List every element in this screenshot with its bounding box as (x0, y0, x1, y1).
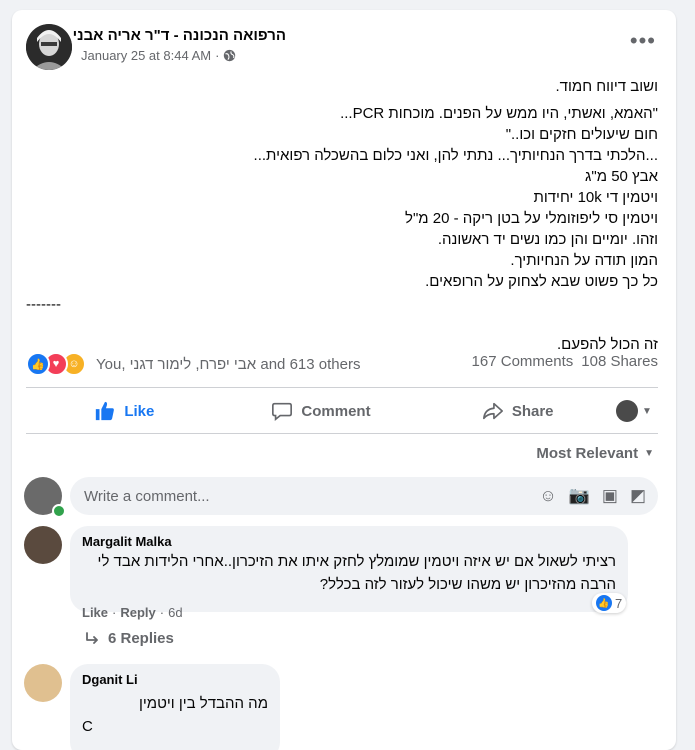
commenter-avatar[interactable] (24, 526, 62, 564)
comment-label: Comment (301, 402, 371, 420)
commenter-name[interactable]: Margalit Malka (82, 534, 616, 549)
comment-text: הרבה מהזיכרון יש משהו שיכול לעזור לזה בכ… (319, 576, 616, 593)
comment-reply-link[interactable]: Reply (120, 605, 155, 620)
divider (26, 387, 658, 388)
user-avatar (616, 400, 639, 422)
reaction-summary[interactable]: 👍 ♥ ☺ You, אבי יפרח, לימור דגני and 613 … (26, 352, 360, 376)
comment-text: רציתי לשאול אם יש איזה ויטמין שמומלץ לחז… (97, 553, 616, 570)
emoji-icon[interactable]: ☺ (539, 486, 556, 506)
post-body: ושוב דיווח חמוד. "האמא, ואשתי, היו ממש ע… (26, 76, 658, 355)
globe-icon (224, 49, 236, 62)
like-button[interactable]: Like (26, 393, 223, 429)
post-card: הרפואה הנכונה - ד"ר אריה אבני January 25… (12, 10, 676, 750)
divider (26, 433, 658, 434)
online-status-dot (52, 504, 66, 518)
post-line: חום שיעולים חזקים וכו.." (505, 126, 658, 143)
post-line: ויטמין די 10k יחידות (533, 189, 658, 206)
shares-count[interactable]: 108 Shares (581, 353, 658, 370)
share-label: Share (511, 402, 554, 420)
share-button[interactable]: Share (419, 393, 616, 429)
post-timestamp[interactable]: January 25 at 8:44 AM · (81, 48, 236, 63)
thumbs-up-icon (96, 401, 115, 421)
replies-label: 6 Replies (108, 630, 174, 647)
post-line: ...הלכתי בדרך הנחיותיך... נתתי להן, ואני… (253, 147, 658, 164)
comment-bubble: Dganit Li מה ההבדל בין ויטמין C (70, 664, 280, 750)
comment-text: מה ההבדל בין ויטמין (138, 695, 268, 712)
dot-separator: · (112, 605, 117, 620)
post-line: כל כך פשוט שבא לצחוק על הרופאים. (425, 273, 658, 290)
comment-icon (272, 402, 293, 421)
chevron-down-icon: ▼ (644, 448, 654, 459)
comment-likes: 7 (615, 595, 623, 611)
post-stats: 167 Comments 108 Shares (472, 353, 658, 370)
commenter-avatar[interactable] (24, 664, 62, 702)
dot-separator: · (159, 605, 165, 620)
comments-count[interactable]: 167 Comments (472, 353, 574, 370)
sort-label: Most Relevant (536, 445, 639, 462)
view-replies-button[interactable]: 6 Replies (84, 630, 174, 647)
post-line: המון תודה על הנחיותיך. (510, 252, 658, 269)
comment-like-link[interactable]: Like (82, 605, 108, 620)
post-author[interactable]: הרפואה הנכונה - ד"ר אריה אבני (73, 27, 286, 44)
reply-arrow-icon (86, 631, 98, 644)
more-options-icon[interactable]: ••• (630, 30, 656, 52)
reaction-names[interactable]: You, אבי יפרח, לימור דגני and 613 others (96, 356, 360, 373)
comment-button[interactable]: Comment (223, 393, 420, 429)
like-label: Like (124, 402, 155, 420)
comment-composer: ☺ 📷 ▣ ◩ (70, 477, 658, 515)
comment-like-count[interactable]: 👍 7 (592, 593, 627, 613)
post-line: ושוב דיווח חמוד. (555, 78, 658, 95)
dot-separator: · (215, 48, 220, 63)
comment-age[interactable]: 6d (168, 605, 182, 620)
action-bar: Like Comment Share ▼ (26, 389, 658, 433)
comment-sort-dropdown[interactable]: Most Relevant ▼ (536, 445, 654, 462)
comment-input[interactable] (82, 486, 540, 506)
chevron-down-icon: ▼ (642, 405, 652, 417)
share-icon (482, 402, 503, 420)
avatar-photo-icon (26, 24, 72, 70)
reaction-icons: 👍 ♥ ☺ (26, 352, 86, 376)
composer-tools: ☺ 📷 ▣ ◩ (539, 486, 646, 506)
commenter-name[interactable]: Dganit Li (82, 672, 268, 687)
sticker-icon[interactable]: ◩ (630, 486, 646, 506)
post-line: ויטמין סי ליפוזומלי על בטן ריקה - 20 מ"ל (405, 210, 658, 227)
comment-bubble: Margalit Malka רציתי לשאול אם יש איזה וי… (70, 526, 628, 612)
comment-meta: Like · Reply · 6d (82, 605, 183, 620)
comment-as-selector[interactable]: ▼ (616, 400, 652, 422)
like-reaction-icon: 👍 (596, 595, 612, 611)
post-line: אבץ 50 מ"ג (585, 168, 658, 185)
like-reaction-icon: 👍 (26, 352, 50, 376)
post-line: וזהו. יומיים והן כמו נשים יד ראשונה. (437, 231, 658, 248)
page-avatar[interactable] (26, 24, 72, 70)
gif-icon[interactable]: ▣ (602, 486, 618, 506)
post-line: "האמא, ואשתי, היו ממש על הפנים. מוכחות P… (340, 105, 658, 122)
post-time-text: January 25 at 8:44 AM (81, 48, 212, 63)
post-dashes: ------- (26, 296, 61, 313)
camera-icon[interactable]: 📷 (569, 486, 590, 506)
